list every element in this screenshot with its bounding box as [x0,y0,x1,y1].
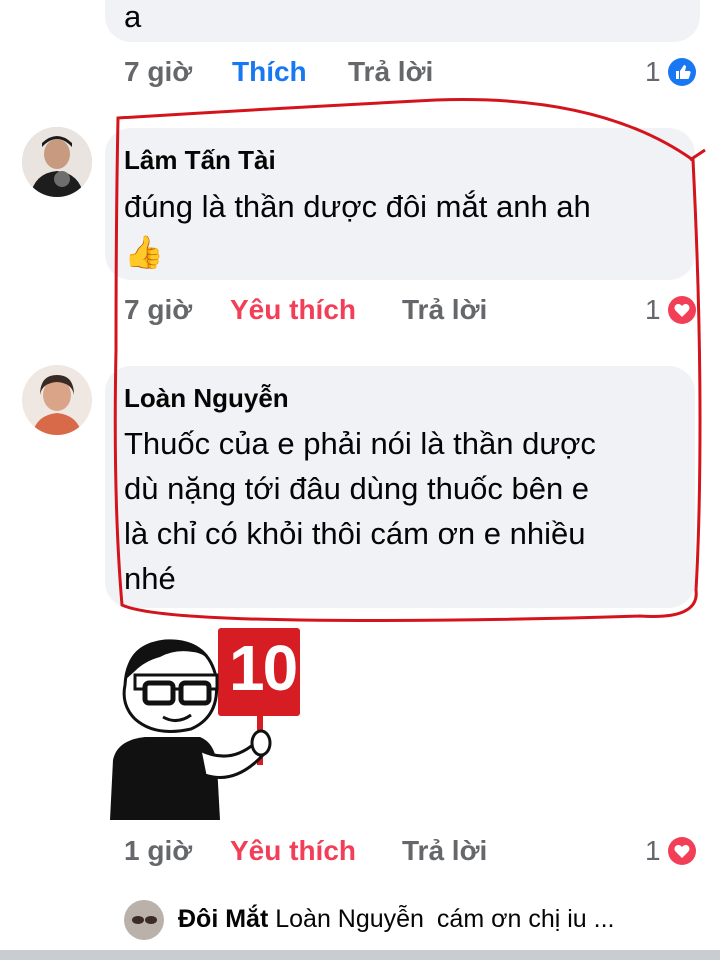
reply-author: Đôi Mắt [178,905,269,933]
reply-preview[interactable]: Đôi Mắt Loàn Nguyễn cám ơn chị iu ... [178,905,615,934]
sticker-sign-number: 10 [229,632,298,704]
reaction-count: 1 [645,835,661,866]
reply-button[interactable]: Trả lời [402,835,487,867]
comment-time: 1 giờ [124,835,193,866]
sticker-10-sign: 10 [105,625,305,820]
love-icon[interactable] [668,837,696,865]
love-button[interactable]: Yêu thích [230,835,356,867]
avatar-doi-mat[interactable] [124,900,164,940]
reply-mention: Loàn Nguyễn [275,905,424,933]
reply-text: cám ơn chị iu ... [436,905,615,933]
bottom-bar [0,950,720,960]
